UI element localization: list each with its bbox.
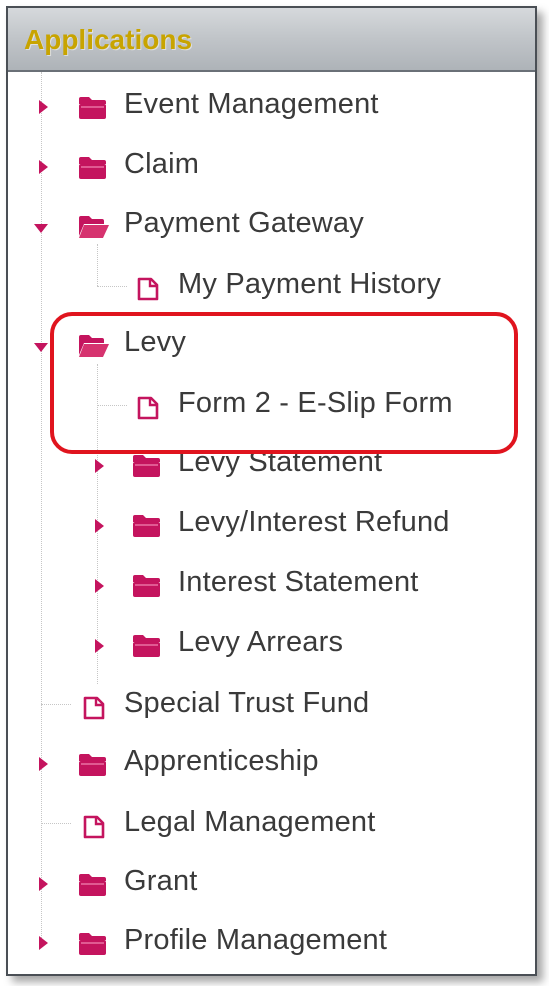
panel-header: Applications <box>8 8 535 72</box>
tree-item-label: My Payment History <box>178 268 442 300</box>
highlight-annotation <box>50 312 518 454</box>
tree-item-legal-management[interactable]: Legal Management <box>8 801 488 847</box>
folder-closed-icon <box>132 514 162 543</box>
folder-closed-icon <box>132 454 162 483</box>
folder-closed-icon <box>78 873 108 902</box>
tree-item-label: Levy/Interest Refund <box>178 506 450 538</box>
tree-item-levy-arrears[interactable]: Levy Arrears <box>8 622 488 668</box>
tree-item-label: Profile Management <box>124 924 388 956</box>
folder-closed-icon <box>132 574 162 603</box>
tree-item-label: Apprenticeship <box>124 745 319 777</box>
applications-panel: Applications Event Management Claim Paym… <box>6 6 537 976</box>
panel-title: Applications <box>24 24 193 55</box>
expand-arrow-icon[interactable] <box>36 100 50 114</box>
folder-closed-icon <box>132 634 162 663</box>
tree-item-apprenticeship[interactable]: Apprenticeship <box>8 741 488 787</box>
expand-arrow-icon[interactable] <box>36 160 50 174</box>
folder-closed-icon <box>78 96 108 125</box>
tree-item-event-management[interactable]: Event Management <box>8 84 488 130</box>
tree-item-label: Grant <box>124 865 198 897</box>
tree-item-my-payment-history[interactable]: My Payment History <box>8 263 488 309</box>
tree-item-label: Event Management <box>124 88 379 120</box>
tree-item-label: Legal Management <box>124 806 376 838</box>
page-icon <box>136 277 160 306</box>
folder-closed-icon <box>78 753 108 782</box>
expand-arrow-icon[interactable] <box>36 757 50 771</box>
expand-arrow-icon[interactable] <box>92 459 106 473</box>
tree-item-interest-statement[interactable]: Interest Statement <box>8 562 488 608</box>
page-icon <box>82 815 106 844</box>
tree-item-payment-gateway[interactable]: Payment Gateway <box>8 203 488 249</box>
expand-arrow-icon[interactable] <box>36 877 50 891</box>
tree-item-levy-interest-refund[interactable]: Levy/Interest Refund <box>8 502 488 548</box>
page-icon <box>82 696 106 725</box>
tree-item-label: Levy Arrears <box>178 626 344 658</box>
expand-arrow-icon[interactable] <box>36 936 50 950</box>
folder-closed-icon <box>78 932 108 961</box>
expand-arrow-icon[interactable] <box>92 639 106 653</box>
tree-item-grant[interactable]: Grant <box>8 861 488 907</box>
tree-item-label: Payment Gateway <box>124 207 364 239</box>
collapse-arrow-icon[interactable] <box>34 221 48 235</box>
tree-item-label: Interest Statement <box>178 566 419 598</box>
tree-item-claim[interactable]: Claim <box>8 144 488 190</box>
tree-item-profile-management[interactable]: Profile Management <box>8 920 488 966</box>
expand-arrow-icon[interactable] <box>92 579 106 593</box>
folder-closed-icon <box>78 156 108 185</box>
collapse-arrow-icon[interactable] <box>34 340 48 354</box>
applications-tree: Event Management Claim Payment Gateway M… <box>8 72 535 972</box>
tree-item-label: Special Trust Fund <box>124 687 370 719</box>
folder-open-icon <box>78 215 110 244</box>
tree-item-label: Claim <box>124 148 200 180</box>
expand-arrow-icon[interactable] <box>92 519 106 533</box>
tree-item-special-trust-fund[interactable]: Special Trust Fund <box>8 682 488 728</box>
